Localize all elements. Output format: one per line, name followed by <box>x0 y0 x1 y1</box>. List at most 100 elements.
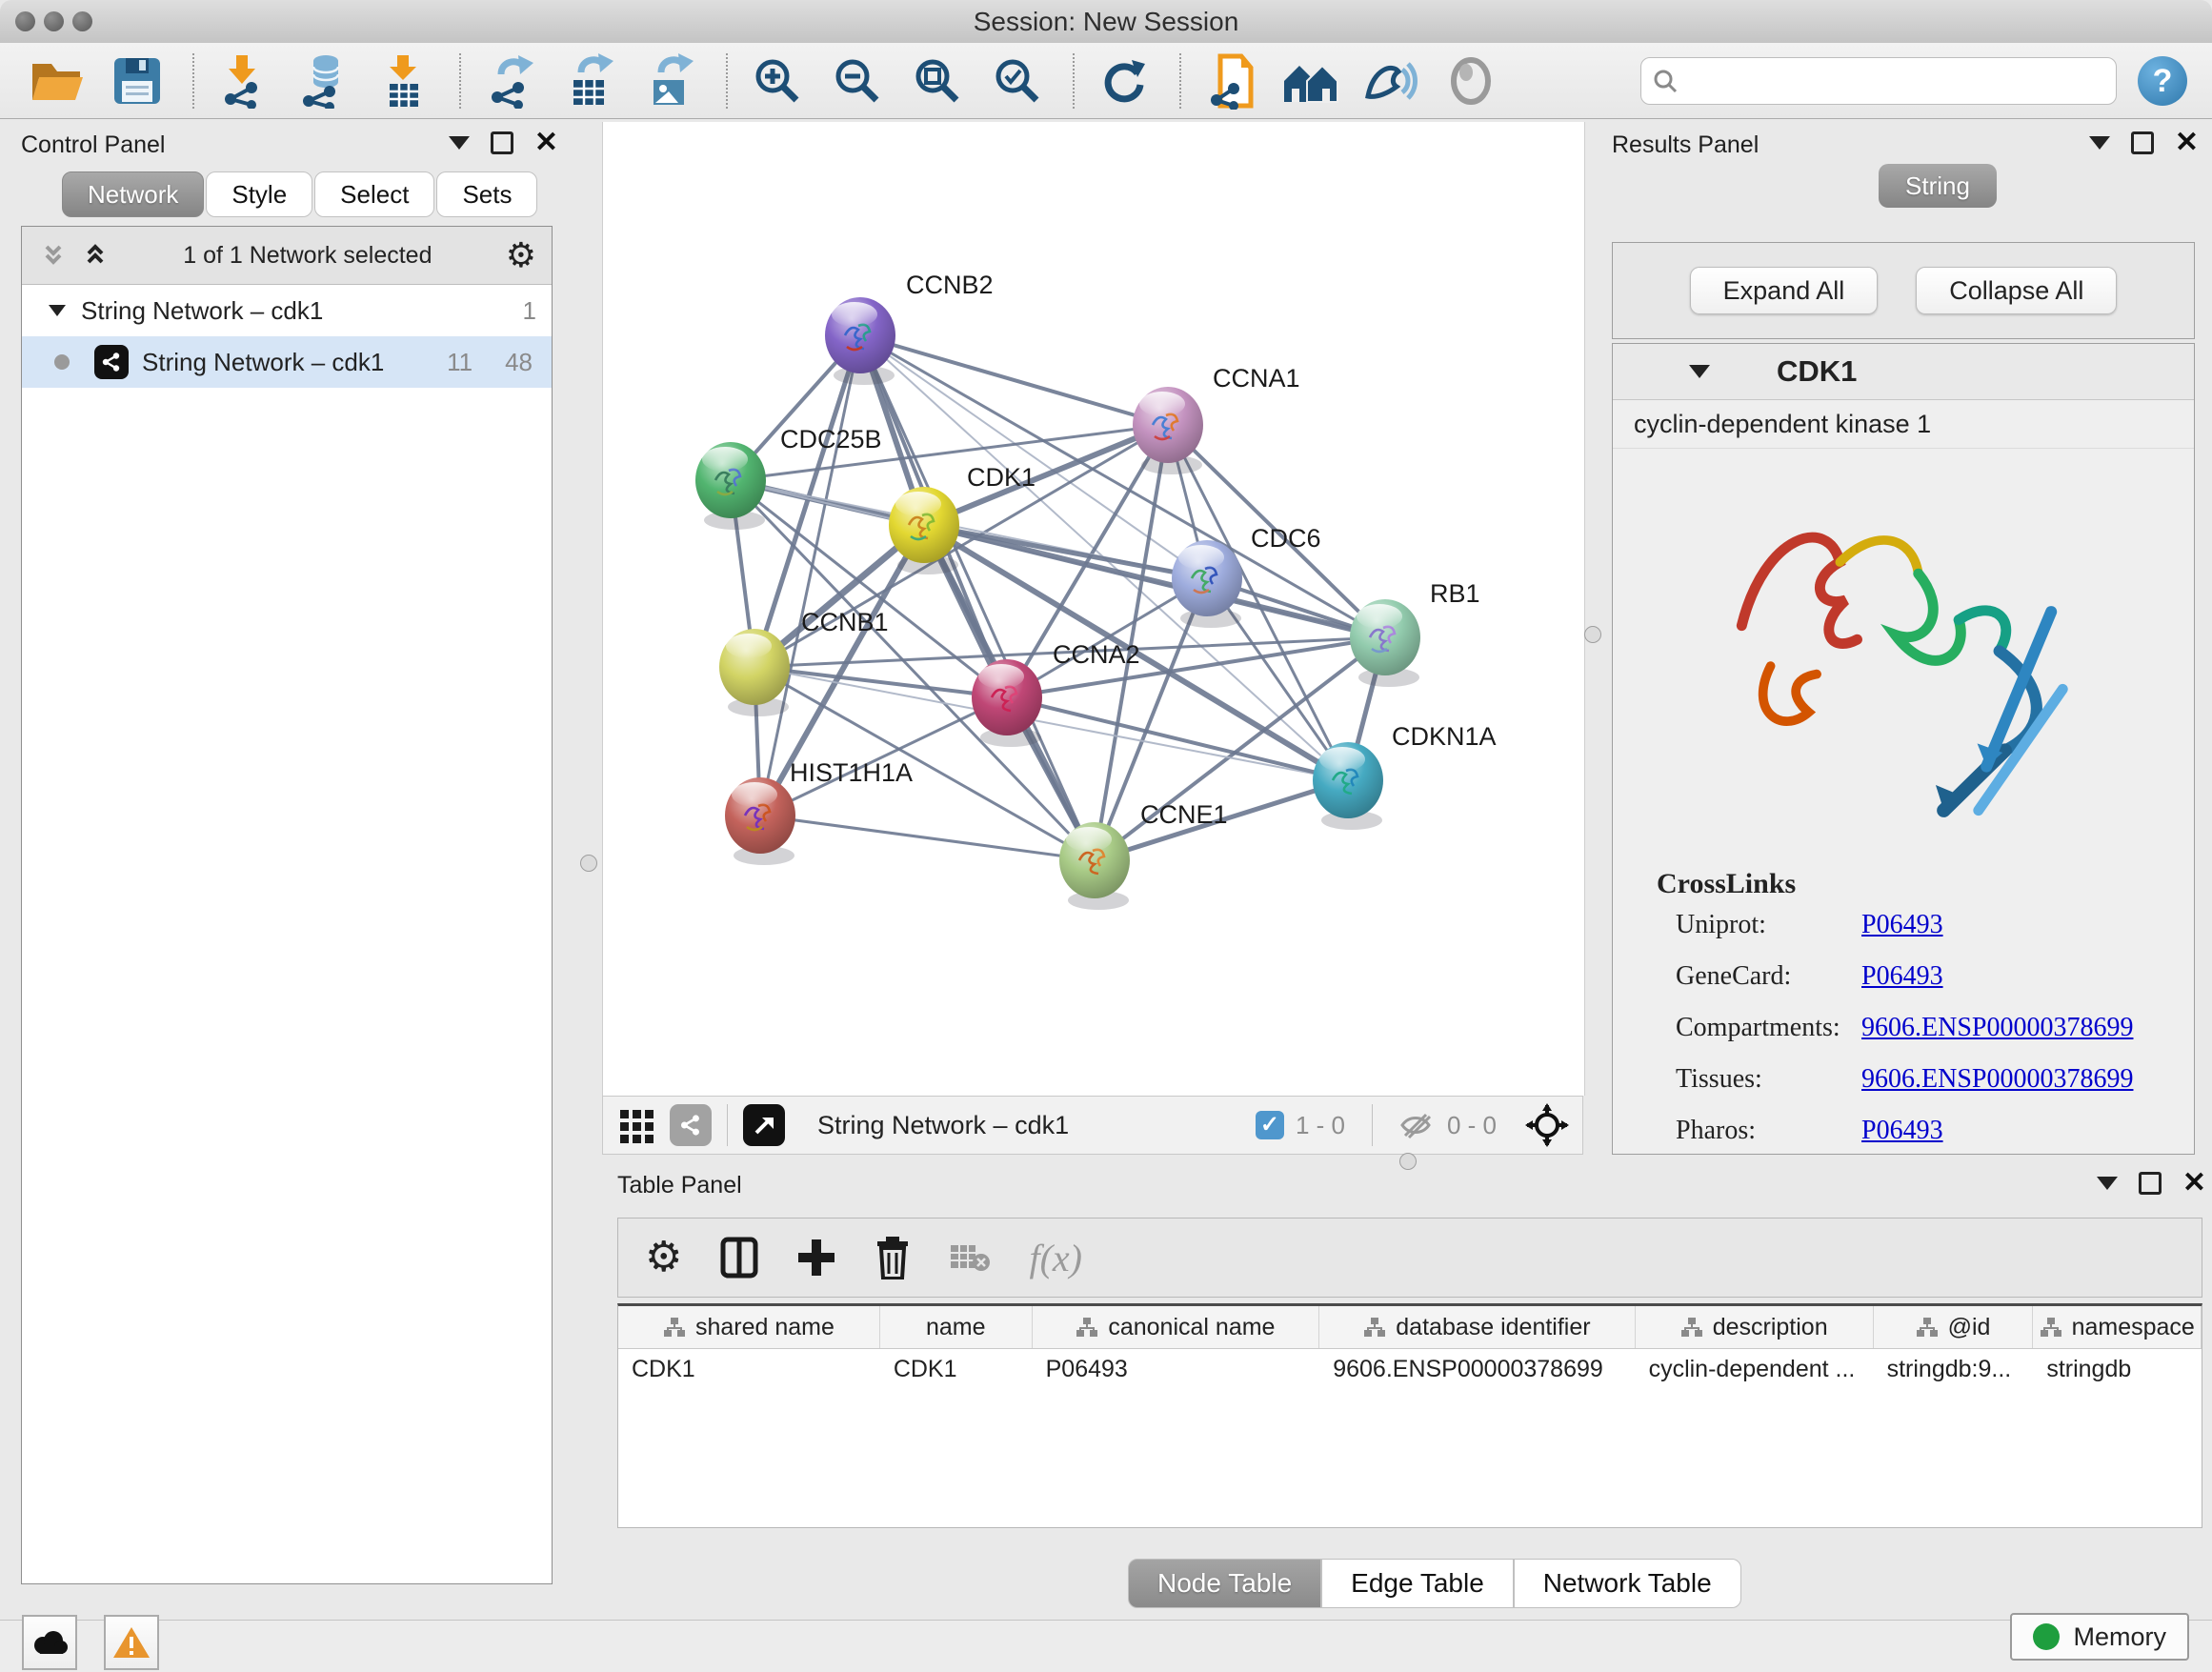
close-panel-icon[interactable]: ✕ <box>2175 133 2199 152</box>
search-input[interactable] <box>1678 65 2091 96</box>
zoom-selected-icon[interactable] <box>987 50 1048 111</box>
network-overview-icon[interactable] <box>670 1104 712 1146</box>
create-column-icon[interactable] <box>796 1238 836 1278</box>
table-cell[interactable]: stringdb:9... <box>1874 1349 2034 1389</box>
export-network-icon[interactable] <box>480 50 541 111</box>
import-network-database-icon[interactable] <box>293 50 354 111</box>
close-panel-icon[interactable]: ✕ <box>534 133 558 152</box>
crosslink-link[interactable]: 9606.ENSP00000378699 <box>1861 1064 2133 1095</box>
section-expand-icon[interactable] <box>1689 365 1710 378</box>
network-node-HIST1H1A[interactable]: HIST1H1A <box>725 758 913 865</box>
import-table-icon[interactable] <box>373 50 434 111</box>
zoom-in-icon[interactable] <box>747 50 808 111</box>
column-header-database-identifier[interactable]: database identifier <box>1319 1306 1635 1348</box>
crosslink-link[interactable]: P06493 <box>1861 910 1943 940</box>
zoom-out-icon[interactable] <box>827 50 888 111</box>
crosslinks-title: CrossLinks <box>1657 868 2194 900</box>
detach-view-icon[interactable] <box>743 1104 785 1146</box>
close-panel-icon[interactable]: ✕ <box>2182 1174 2206 1193</box>
network-options-gear-icon[interactable]: ⚙ <box>506 238 536 272</box>
float-panel-icon[interactable] <box>491 131 513 154</box>
collapse-all-networks-icon[interactable] <box>81 241 110 270</box>
search-field[interactable] <box>1640 57 2117 105</box>
expand-all-networks-icon[interactable] <box>39 241 68 270</box>
delete-column-icon[interactable] <box>875 1236 911 1279</box>
share-document-icon[interactable] <box>1200 50 1261 111</box>
node-table[interactable]: shared namenamecanonical namedatabase id… <box>617 1303 2202 1528</box>
column-header-namespace[interactable]: namespace <box>2033 1306 2202 1348</box>
table-cell[interactable]: cyclin-dependent ... <box>1636 1349 1874 1389</box>
zoom-window-button[interactable] <box>72 11 92 31</box>
column-header-description[interactable]: description <box>1636 1306 1874 1348</box>
tab-network-table[interactable]: Network Table <box>1514 1559 1741 1608</box>
grid-view-icon[interactable] <box>618 1106 656 1144</box>
float-panel-icon[interactable] <box>2131 131 2154 154</box>
tab-select[interactable]: Select <box>314 171 434 217</box>
help-icon[interactable]: ? <box>2138 56 2187 106</box>
selected-items-checkbox-icon[interactable]: ✓ <box>1256 1111 1284 1139</box>
close-window-button[interactable] <box>15 11 35 31</box>
birds-eye-view-icon[interactable] <box>1440 50 1501 111</box>
network-canvas[interactable]: CCNB2CCNA1CDC25BCDK1CDC6RB1CCNB1CCNA2CDK… <box>602 122 1585 1096</box>
tab-node-table[interactable]: Node Table <box>1128 1559 1321 1608</box>
float-panel-icon[interactable] <box>2139 1172 2162 1195</box>
network-node-CDC25B[interactable]: CDC25B <box>695 425 882 530</box>
network-node-CCNA1[interactable]: CCNA1 <box>1133 364 1300 474</box>
table-cell[interactable]: CDK1 <box>880 1349 1033 1389</box>
crosslink-link[interactable]: P06493 <box>1861 1116 1943 1146</box>
show-columns-icon[interactable] <box>720 1237 758 1279</box>
minimize-window-button[interactable] <box>44 11 64 31</box>
tab-style[interactable]: Style <box>206 171 312 217</box>
column-header-shared-name[interactable]: shared name <box>618 1306 880 1348</box>
network-row[interactable]: String Network – cdk1 11 48 <box>22 336 552 388</box>
tab-network[interactable]: Network <box>62 171 204 217</box>
column-header--id[interactable]: @id <box>1874 1306 2034 1348</box>
crosslink-link[interactable]: 9606.ENSP00000378699 <box>1861 1013 2133 1043</box>
zoom-fit-icon[interactable] <box>907 50 968 111</box>
tab-string[interactable]: String <box>1879 164 1997 208</box>
function-builder-icon[interactable]: f(x) <box>1029 1236 1082 1280</box>
collapse-panel-icon[interactable] <box>2097 1177 2118 1190</box>
table-row[interactable]: CDK1CDK1P064939606.ENSP00000378699cyclin… <box>618 1349 2202 1389</box>
import-network-file-icon[interactable] <box>213 50 274 111</box>
network-collection-row[interactable]: String Network – cdk1 1 <box>22 285 552 336</box>
home-icon[interactable] <box>1280 50 1341 111</box>
export-image-icon[interactable] <box>640 50 701 111</box>
table-cell[interactable]: CDK1 <box>618 1349 880 1389</box>
network-node-RB1[interactable]: RB1 <box>1350 579 1480 687</box>
left-splitter-handle[interactable] <box>580 855 597 872</box>
show-graphics-details-icon[interactable] <box>1360 50 1421 111</box>
warning-icon <box>112 1625 151 1660</box>
network-view-title: String Network – cdk1 <box>817 1111 1069 1140</box>
tab-sets[interactable]: Sets <box>436 171 537 217</box>
warnings-button[interactable] <box>104 1615 159 1670</box>
memory-button[interactable]: Memory <box>2010 1613 2189 1661</box>
tree-expand-icon[interactable] <box>49 305 66 316</box>
save-session-icon[interactable] <box>107 50 168 111</box>
table-options-gear-icon[interactable]: ⚙ <box>645 1240 682 1275</box>
open-session-icon[interactable] <box>27 50 88 111</box>
network-node-CDKN1A[interactable]: CDKN1A <box>1313 722 1497 830</box>
collapse-panel-icon[interactable] <box>449 136 470 150</box>
collapse-all-button[interactable]: Collapse All <box>1916 267 2117 314</box>
table-cell[interactable]: P06493 <box>1033 1349 1320 1389</box>
protein-structure-image <box>1703 464 2103 845</box>
table-cell[interactable]: 9606.ENSP00000378699 <box>1319 1349 1635 1389</box>
column-header-name[interactable]: name <box>880 1306 1033 1348</box>
crosslink-link[interactable]: P06493 <box>1861 961 1943 992</box>
tab-edge-table[interactable]: Edge Table <box>1321 1559 1514 1608</box>
birdseye-toggle-icon[interactable] <box>1525 1103 1569 1147</box>
gene-section-header[interactable]: CDK1 <box>1613 344 2194 400</box>
network-node-CCNE1[interactable]: CCNE1 <box>1059 800 1228 910</box>
expand-all-button[interactable]: Expand All <box>1690 267 1879 314</box>
collapse-panel-icon[interactable] <box>2089 136 2110 150</box>
right-splitter-handle[interactable] <box>1584 626 1601 643</box>
cloud-status-button[interactable] <box>22 1615 77 1670</box>
delete-table-icon[interactable] <box>949 1241 991 1274</box>
column-header-canonical-name[interactable]: canonical name <box>1033 1306 1320 1348</box>
refresh-icon[interactable] <box>1094 50 1155 111</box>
network-graph[interactable]: CCNB2CCNA1CDC25BCDK1CDC6RB1CCNB1CCNA2CDK… <box>603 122 1584 1096</box>
export-table-icon[interactable] <box>560 50 621 111</box>
table-cell[interactable]: stringdb <box>2033 1349 2202 1389</box>
network-node-CDC6[interactable]: CDC6 <box>1172 524 1321 628</box>
